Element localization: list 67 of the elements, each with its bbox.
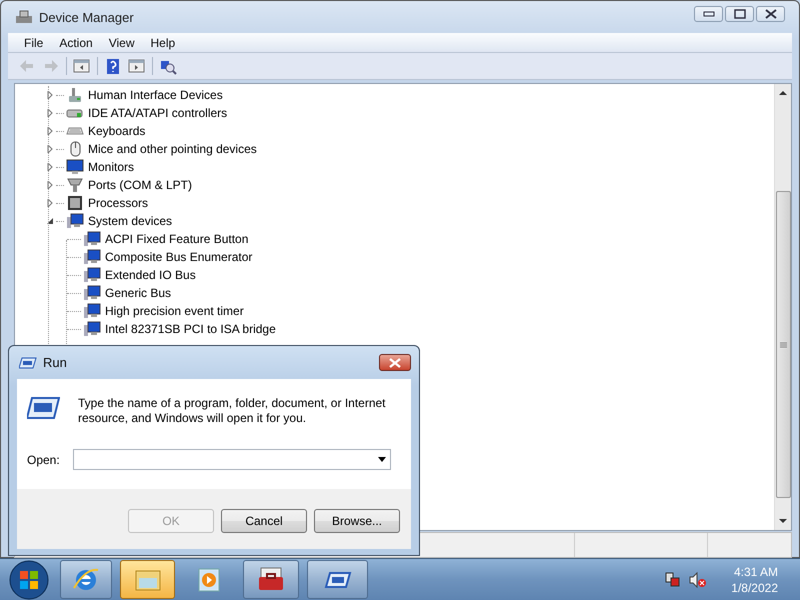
tree-item[interactable]: High precision event timer <box>105 304 244 318</box>
scroll-down-arrow-icon[interactable] <box>779 519 787 524</box>
tree-item[interactable]: ACPI Fixed Feature Button <box>105 232 248 246</box>
menu-item[interactable]: Help <box>142 36 184 50</box>
instruction-text: Type the name of a program, folder, document, or Internet resource, and Windows will open it for you. <box>78 396 387 426</box>
close-icon <box>764 9 776 19</box>
tree-item[interactable]: Extended IO Bus <box>105 268 196 282</box>
dialog-title: Run <box>43 355 67 370</box>
computer-icon <box>66 213 84 229</box>
tree-item[interactable]: Mice and other pointing devices <box>88 142 257 156</box>
expand-triangle-icon[interactable] <box>45 199 54 207</box>
grip-icon <box>780 342 786 348</box>
taskbar-button[interactable] <box>60 560 112 599</box>
computer-icon <box>83 249 101 265</box>
tree-item[interactable]: Human Interface Devices <box>88 88 223 102</box>
expand-triangle-icon[interactable] <box>45 91 54 99</box>
scrollbar[interactable] <box>774 84 791 530</box>
maximize-icon <box>734 9 746 19</box>
minimize-button[interactable] <box>694 6 723 22</box>
menu-item[interactable]: View <box>100 36 142 50</box>
chip-icon <box>66 195 84 211</box>
menu-item[interactable]: Action <box>51 36 101 50</box>
computer-icon <box>83 231 101 247</box>
tree-item[interactable]: Keyboards <box>88 124 146 138</box>
muted-speaker-icon[interactable] <box>689 572 708 588</box>
close-button[interactable] <box>379 354 411 371</box>
expand-triangle-icon[interactable] <box>45 145 54 153</box>
computer-icon <box>83 321 101 337</box>
app-icon <box>15 9 33 25</box>
menu-item[interactable]: File <box>16 36 52 50</box>
dropdown-arrow-icon[interactable] <box>378 457 386 462</box>
console-tree-icon[interactable] <box>73 58 91 74</box>
tree-item[interactable]: Processors <box>88 196 148 210</box>
taskbar-button[interactable] <box>307 560 368 599</box>
tree-item[interactable]: Generic Bus <box>105 286 172 300</box>
tree-item[interactable]: Ports (COM & LPT) <box>88 178 192 192</box>
action-pane-icon[interactable] <box>128 58 146 74</box>
expand-triangle-icon[interactable] <box>45 109 54 117</box>
computer-icon <box>83 285 101 301</box>
expand-triangle-icon[interactable] <box>45 127 54 135</box>
network-icon[interactable] <box>665 572 682 588</box>
close-button[interactable] <box>756 6 785 22</box>
help-icon[interactable] <box>104 58 122 74</box>
open-label: Open: <box>27 452 60 466</box>
tree-item[interactable]: IDE ATA/ATAPI controllers <box>88 106 228 120</box>
port-icon <box>66 177 84 193</box>
run-icon <box>19 356 37 368</box>
tree-item[interactable]: System devices <box>88 214 172 228</box>
dialog-button[interactable]: Browse... <box>314 509 400 533</box>
window-title: Device Manager <box>39 10 134 24</box>
tree-item[interactable]: Intel 82371SB PCI to ISA bridge <box>105 322 276 336</box>
expand-triangle-icon[interactable] <box>45 181 54 189</box>
monitor-icon <box>66 159 84 175</box>
minimize-icon <box>702 11 714 17</box>
dialog-button[interactable]: Cancel <box>221 509 307 533</box>
close-icon <box>389 358 401 368</box>
maximize-button[interactable] <box>725 6 754 22</box>
computer-icon <box>83 267 101 283</box>
collapse-triangle-icon[interactable] <box>45 217 54 225</box>
joystick-icon <box>66 87 84 103</box>
taskbar-button[interactable] <box>243 560 299 599</box>
expand-triangle-icon[interactable] <box>45 163 54 171</box>
run-icon <box>27 396 60 420</box>
scroll-up-arrow-icon[interactable] <box>779 90 787 95</box>
tree-item[interactable]: Monitors <box>88 160 134 174</box>
computer-icon <box>83 303 101 319</box>
tree-item[interactable]: Composite Bus Enumerator <box>105 250 252 264</box>
